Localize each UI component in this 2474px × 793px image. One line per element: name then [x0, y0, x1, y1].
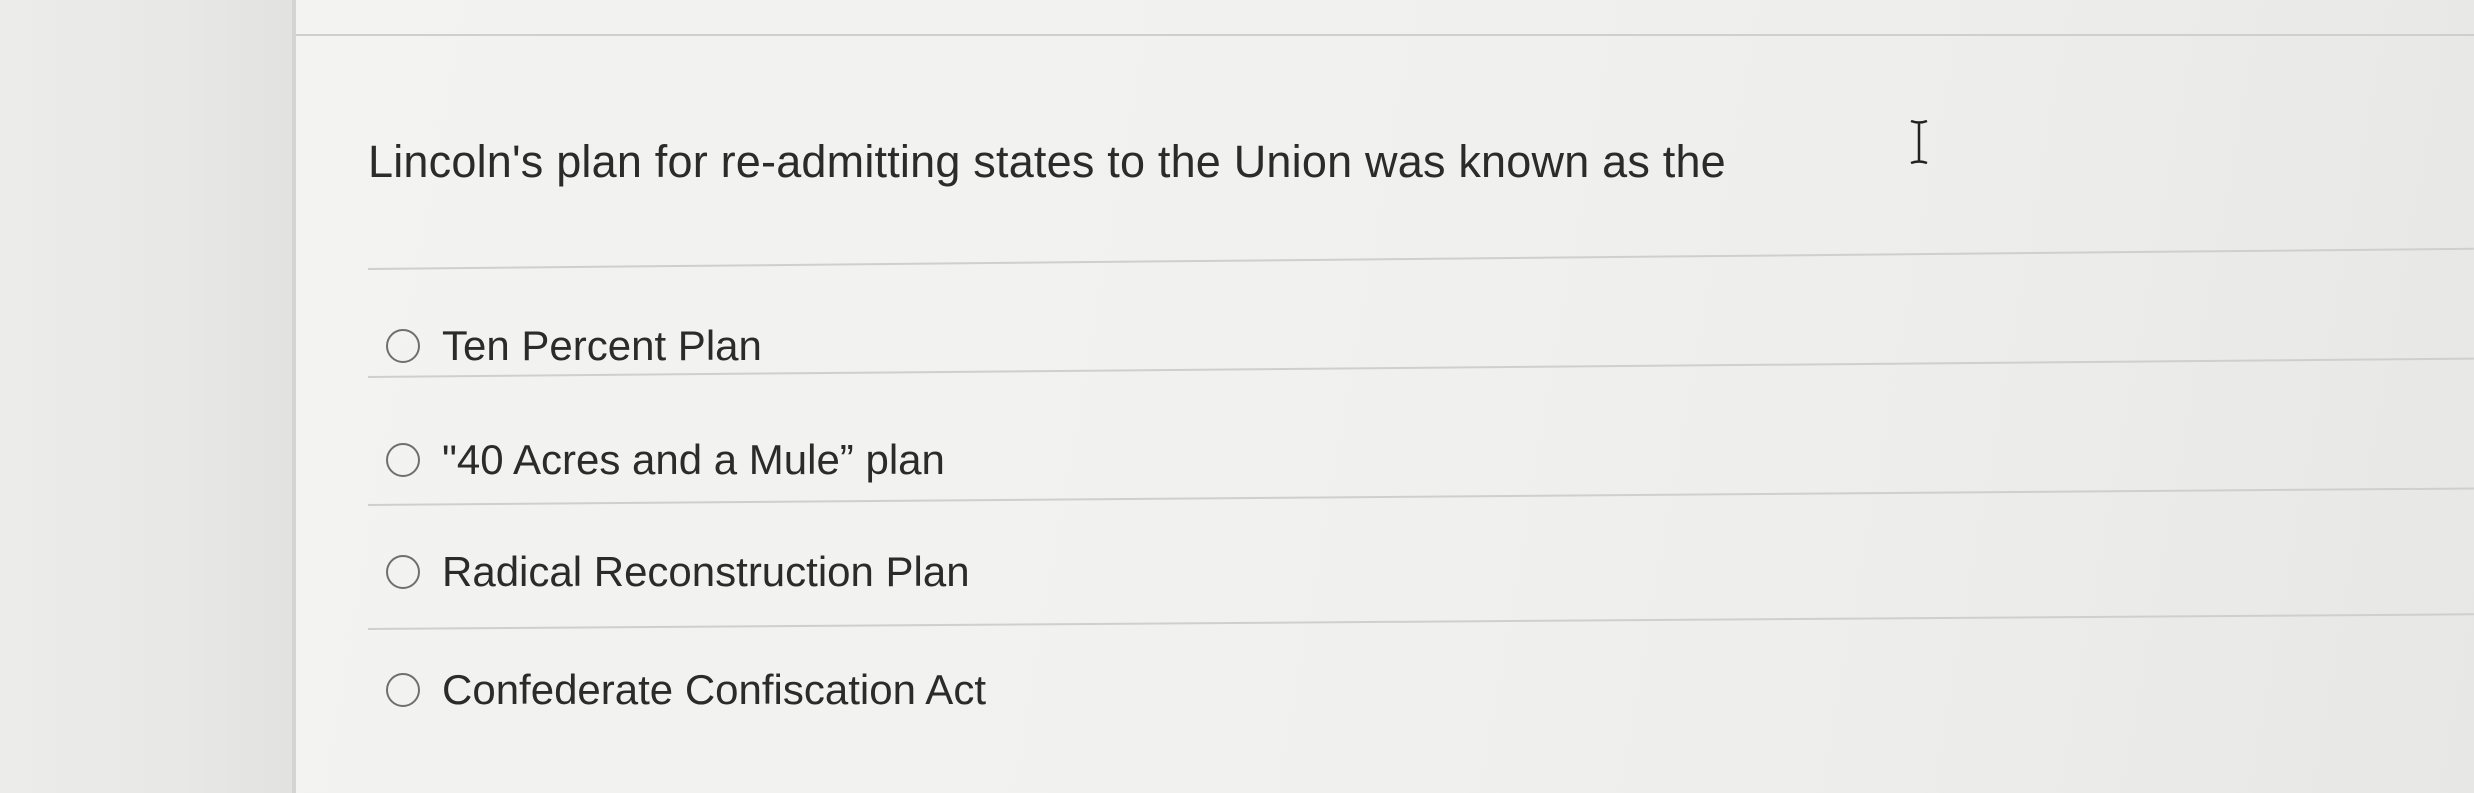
answer-option-3[interactable]: Radical Reconstruction Plan: [386, 548, 970, 596]
option-label: Ten Percent Plan: [442, 322, 762, 369]
radio-button[interactable]: [386, 555, 420, 589]
radio-button[interactable]: [386, 443, 420, 477]
radio-button[interactable]: [386, 329, 420, 363]
card-top-divider: [296, 34, 2474, 36]
answer-option-4[interactable]: Confederate Confiscation Act: [386, 666, 986, 714]
option-label: "40 Acres and a Mule” plan: [442, 436, 945, 483]
answer-option-1[interactable]: Ten Percent Plan: [386, 322, 762, 370]
answer-option-2[interactable]: "40 Acres and a Mule” plan: [386, 436, 945, 484]
text-cursor-icon: [1910, 119, 1928, 165]
option-label: Radical Reconstruction Plan: [442, 548, 970, 595]
radio-button[interactable]: [386, 673, 420, 707]
question-text: Lincoln's plan for re-admitting states t…: [368, 136, 1726, 187]
option-label: Confederate Confiscation Act: [442, 666, 986, 713]
left-panel: [0, 0, 292, 793]
